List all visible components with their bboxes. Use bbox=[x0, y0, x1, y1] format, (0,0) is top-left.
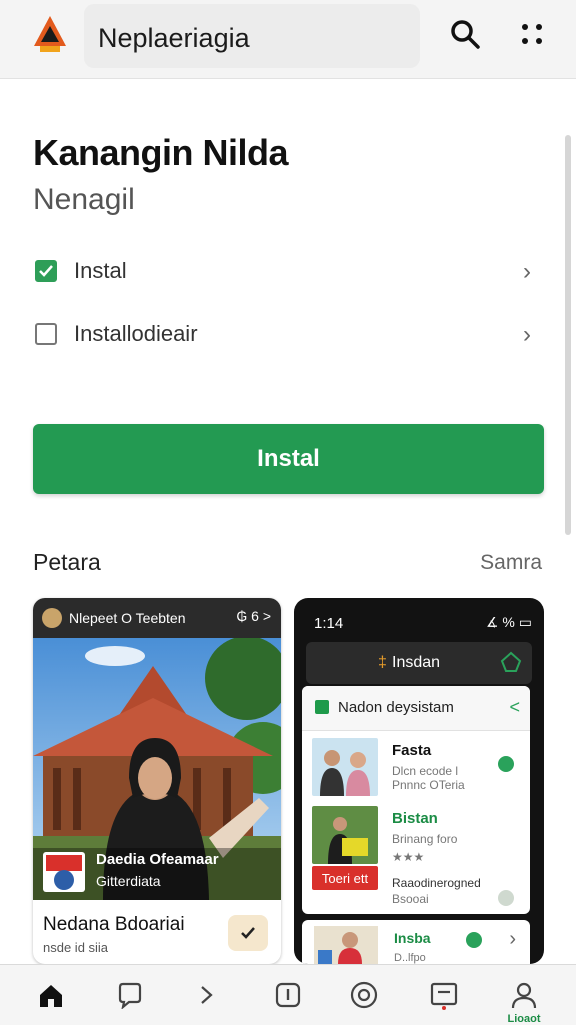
app-bar: Neplaeriagia bbox=[0, 0, 576, 79]
app-list-item[interactable]: Fasta Dlcn ecode l Pnnnc OTeria bbox=[312, 738, 522, 800]
card-header: ‡ Insdan bbox=[306, 642, 532, 684]
card-status-bar: Nlepeet O Teebten ₲ 6 > bbox=[33, 598, 281, 638]
install-dot-icon[interactable] bbox=[466, 932, 482, 948]
info-icon[interactable] bbox=[270, 977, 306, 1013]
install-button[interactable]: Instal bbox=[33, 424, 544, 494]
more-grid-icon[interactable] bbox=[514, 16, 550, 52]
profile-icon[interactable]: Lioaot bbox=[506, 977, 542, 1025]
inbox-icon[interactable] bbox=[426, 977, 462, 1013]
bolt-icon: ‡ bbox=[378, 654, 387, 671]
app-thumbnail bbox=[312, 806, 378, 864]
app-tag: Toeri ett bbox=[312, 866, 378, 890]
profile-label: Lioaot bbox=[507, 1013, 541, 1025]
home-outline-icon[interactable] bbox=[500, 651, 522, 678]
app-desc: D..lfpo bbox=[394, 952, 426, 964]
app-list-panel: Nadon deysistam < Fasta Dlcn ecode l Pnn… bbox=[302, 686, 530, 914]
app-desc: Brinang foro bbox=[392, 832, 458, 846]
app-list-item[interactable]: Insba D..lfpo › bbox=[302, 920, 530, 964]
app-name: Bistan bbox=[392, 810, 438, 827]
card-header-label: Insdan bbox=[392, 654, 441, 671]
search-field[interactable]: Neplaeriagia bbox=[84, 4, 420, 68]
option-installodieair[interactable]: Installodieair › bbox=[33, 317, 533, 357]
home-icon[interactable] bbox=[33, 977, 69, 1013]
status-icons: ∡ % ▭ bbox=[485, 614, 532, 630]
check-icon bbox=[241, 927, 255, 939]
avatar-icon bbox=[42, 608, 62, 628]
chat-icon[interactable] bbox=[112, 977, 148, 1013]
status-time: 1:14 bbox=[314, 615, 344, 632]
rating-stars: ★★★ bbox=[392, 850, 425, 864]
app-name: Insba bbox=[394, 930, 431, 946]
app-logo-icon[interactable] bbox=[32, 14, 68, 54]
chevron-right-icon: › bbox=[523, 258, 531, 285]
card-overlay-subtitle: Gitterdiata bbox=[96, 873, 161, 889]
panel-title: Nadon deysistam bbox=[338, 699, 454, 716]
page-title: Kanangin Nilda bbox=[33, 132, 289, 173]
option-instal[interactable]: Instal › bbox=[33, 254, 533, 294]
app-desc: Bsooai bbox=[392, 892, 429, 906]
check-button[interactable] bbox=[228, 915, 268, 951]
search-icon[interactable] bbox=[447, 16, 483, 52]
card-caption: nsde id siia bbox=[43, 940, 109, 955]
option-label: Instal bbox=[74, 258, 127, 283]
scrollbar[interactable] bbox=[565, 135, 571, 535]
camera-icon[interactable] bbox=[346, 977, 382, 1013]
card-name: Nedana Bdoariai bbox=[43, 914, 185, 935]
app-badge-icon bbox=[315, 700, 329, 714]
section-title: Petara bbox=[33, 549, 101, 575]
search-text: Neplaeriagia bbox=[98, 23, 250, 53]
card-overlay-title: Daedia Ofeamaar bbox=[96, 851, 219, 868]
panel-header: Nadon deysistam < bbox=[302, 686, 530, 731]
install-dot-icon[interactable] bbox=[498, 756, 514, 772]
bottom-navigation: Lioaot bbox=[0, 964, 576, 1025]
chevron-right-icon: › bbox=[523, 321, 531, 348]
screenshot-card-right[interactable]: 1:14 ∡ % ▭ ‡ Insdan Nadon deysistam < Fa… bbox=[294, 598, 544, 964]
app-name: Raaodinerogned bbox=[392, 876, 481, 890]
app-name: Fasta bbox=[392, 742, 432, 759]
page-subtitle: Nenagil bbox=[33, 183, 135, 216]
app-thumbnail bbox=[312, 738, 378, 796]
install-dot-icon[interactable] bbox=[498, 890, 514, 906]
app-desc: Dlcn ecode l bbox=[392, 764, 459, 778]
chevron-right-icon[interactable] bbox=[188, 977, 224, 1013]
checkbox-unchecked[interactable] bbox=[35, 323, 57, 345]
checkbox-checked[interactable] bbox=[35, 260, 57, 282]
card-status-icons: ₲ 6 > bbox=[236, 608, 271, 624]
app-list-item[interactable]: Bistan Brinang foro ★★★ bbox=[312, 806, 522, 868]
app-desc-2: Pnnnc OTeria bbox=[392, 778, 465, 792]
screenshot-card-left[interactable]: Nlepeet O Teebten ₲ 6 > Daedia Ofeamaar … bbox=[33, 598, 281, 964]
chevron-right-icon: › bbox=[509, 928, 516, 950]
option-label: Installodieair bbox=[74, 321, 198, 346]
share-icon[interactable]: < bbox=[509, 697, 520, 718]
app-thumbnail bbox=[314, 926, 378, 964]
section-see-all-link[interactable]: Samra bbox=[480, 551, 542, 575]
card-status-title: Nlepeet O Teebten bbox=[69, 610, 186, 626]
